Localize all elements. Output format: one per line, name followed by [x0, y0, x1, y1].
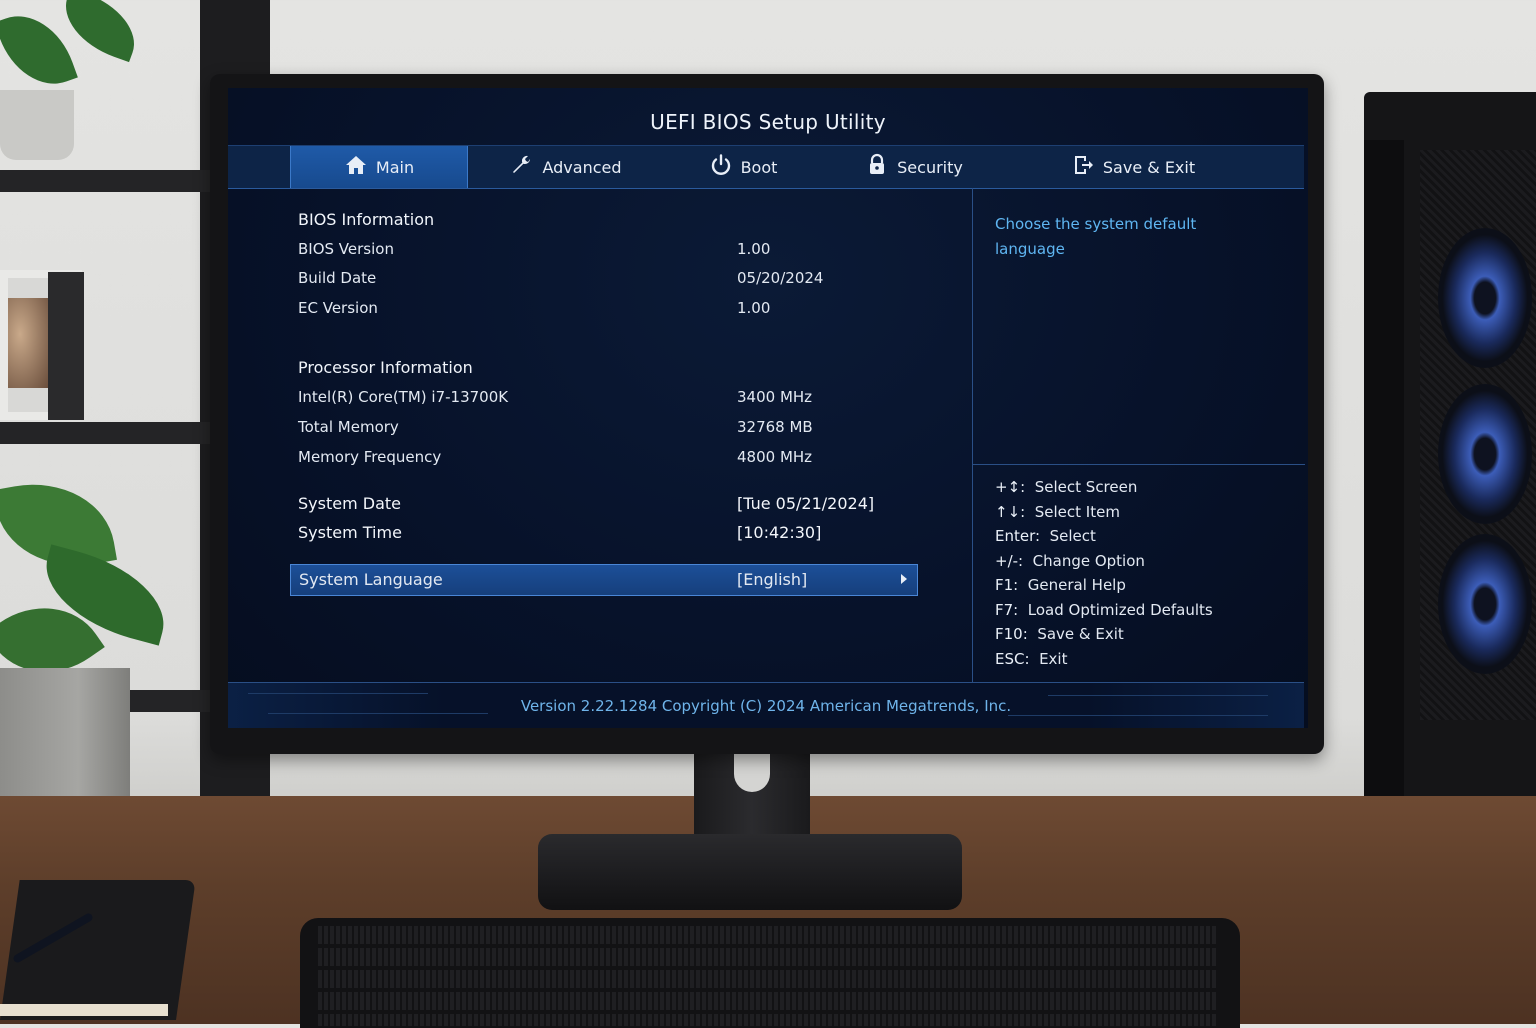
- circuit-trace: [1008, 715, 1268, 716]
- key-action: Select: [1049, 527, 1096, 545]
- case-fan: [1438, 384, 1532, 524]
- tab-security[interactable]: Security: [828, 146, 1000, 188]
- row-value: 32768 MB: [737, 418, 813, 436]
- key-help-item: +/-: Change Option: [995, 552, 1295, 577]
- processor-information-header: Processor Information: [298, 354, 918, 382]
- system-language-row[interactable]: System Language [English]: [290, 564, 918, 596]
- bios-information-header: BIOS Information: [298, 206, 918, 234]
- pc-tower-front: [1364, 140, 1404, 860]
- key-help-item: +↕: Select Screen: [995, 478, 1295, 503]
- footer-bar: Version 2.22.1284 Copyright (C) 2024 Ame…: [228, 682, 1304, 728]
- key-name: +↕:: [995, 478, 1026, 496]
- key-help-item: Enter: Select: [995, 527, 1295, 552]
- menu-bar: Main Advanced Boot Security Save & Exit: [228, 145, 1304, 189]
- key-action: General Help: [1027, 576, 1126, 594]
- copyright-text: Version 2.22.1284 Copyright (C) 2024 Ame…: [520, 697, 1012, 715]
- circuit-trace: [1048, 695, 1268, 696]
- key-action: Save & Exit: [1037, 625, 1124, 643]
- small-plant-pot: [0, 90, 74, 160]
- tab-advanced[interactable]: Advanced: [478, 146, 654, 188]
- key-help-item: ↑↓: Select Item: [995, 503, 1295, 528]
- row-label: Total Memory: [298, 418, 399, 436]
- power-icon: [709, 153, 733, 181]
- key-action: Select Screen: [1034, 478, 1138, 496]
- submenu-arrow-icon: [901, 574, 907, 584]
- row-value: 05/20/2024: [737, 269, 824, 287]
- key-legend: +↕: Select Screen ↑↓: Select Item Enter:…: [995, 478, 1295, 674]
- monitor-base: [538, 834, 962, 910]
- key-help-item: ESC: Exit: [995, 650, 1295, 675]
- lock-icon: [865, 153, 889, 181]
- notebook-pages: [0, 1004, 168, 1016]
- help-panel: Choose the system default language +↕: S…: [972, 188, 1305, 682]
- key-action: Select Item: [1034, 502, 1120, 521]
- tab-label: Advanced: [542, 157, 622, 177]
- ec-version-row: EC Version 1.00: [298, 295, 918, 323]
- build-date-row: Build Date 05/20/2024: [298, 265, 918, 293]
- row-value: 1.00: [737, 299, 771, 317]
- system-date-value[interactable]: [Tue 05/21/2024]: [737, 494, 874, 513]
- key-name: ESC:: [995, 649, 1030, 668]
- tab-label: Security: [897, 157, 963, 177]
- key-help-item: F7: Load Optimized Defaults: [995, 601, 1295, 626]
- key-action: Change Option: [1032, 551, 1145, 570]
- tab-label: Boot: [740, 157, 778, 177]
- row-label: BIOS Version: [298, 240, 394, 258]
- system-language-value[interactable]: [English]: [737, 570, 807, 589]
- key-name: +/-:: [995, 551, 1024, 570]
- tab-boot[interactable]: Boot: [658, 146, 828, 188]
- help-divider: [973, 464, 1305, 465]
- tab-label: Main: [375, 157, 415, 177]
- home-icon: [344, 153, 368, 181]
- key-name: Enter:: [995, 527, 1041, 545]
- key-help-item: F1: General Help: [995, 576, 1295, 601]
- keyboard-keys: [318, 926, 1218, 1026]
- row-value: 4800 MHz: [737, 448, 813, 466]
- main-settings-panel: BIOS Information BIOS Version 1.00 Build…: [228, 188, 972, 682]
- bios-title: UEFI BIOS Setup Utility: [650, 110, 886, 134]
- row-value: 3400 MHz: [737, 388, 813, 406]
- item-help-text: Choose the system default language: [995, 215, 1197, 258]
- row-label: Memory Frequency: [298, 448, 442, 466]
- key-name: F10:: [995, 625, 1028, 643]
- circuit-trace: [248, 693, 428, 694]
- bios-screen: UEFI BIOS Setup Utility Main Advanced Bo…: [228, 88, 1308, 728]
- row-label: EC Version: [298, 299, 378, 317]
- tab-label: Save & Exit: [1102, 157, 1196, 177]
- monitor-stand-cutout: [734, 752, 770, 792]
- tab-save-exit[interactable]: Save & Exit: [1028, 146, 1238, 188]
- wrench-icon: [510, 153, 534, 181]
- row-value: 1.00: [737, 240, 771, 258]
- system-time-row[interactable]: System Time [10:42:30]: [298, 519, 918, 547]
- row-label: Build Date: [298, 269, 377, 287]
- system-time-value[interactable]: [10:42:30]: [737, 523, 821, 542]
- row-label: Intel(R) Core(TM) i7-13700K: [298, 388, 509, 406]
- key-action: Load Optimized Defaults: [1027, 600, 1213, 619]
- system-date-row[interactable]: System Date [Tue 05/21/2024]: [298, 490, 918, 518]
- case-fan: [1438, 534, 1532, 674]
- exit-icon: [1071, 153, 1095, 181]
- memory-frequency-row: Memory Frequency 4800 MHz: [298, 444, 918, 472]
- bios-version-row: BIOS Version 1.00: [298, 236, 918, 264]
- key-name: F7:: [995, 600, 1019, 619]
- section-header: Processor Information: [298, 358, 473, 377]
- photo: [8, 298, 48, 388]
- case-fan: [1438, 228, 1532, 368]
- row-label: System Language: [299, 570, 443, 589]
- section-header: BIOS Information: [298, 210, 435, 229]
- total-memory-row: Total Memory 32768 MB: [298, 414, 918, 442]
- row-label: System Time: [298, 523, 402, 542]
- row-label: System Date: [298, 494, 401, 513]
- key-action: Exit: [1039, 649, 1068, 668]
- tab-main[interactable]: Main: [290, 146, 468, 188]
- book: [48, 272, 84, 420]
- key-name: ↑↓:: [995, 502, 1026, 521]
- processor-row: Intel(R) Core(TM) i7-13700K 3400 MHz: [298, 384, 918, 412]
- key-name: F1:: [995, 576, 1019, 594]
- key-help-item: F10: Save & Exit: [995, 625, 1295, 650]
